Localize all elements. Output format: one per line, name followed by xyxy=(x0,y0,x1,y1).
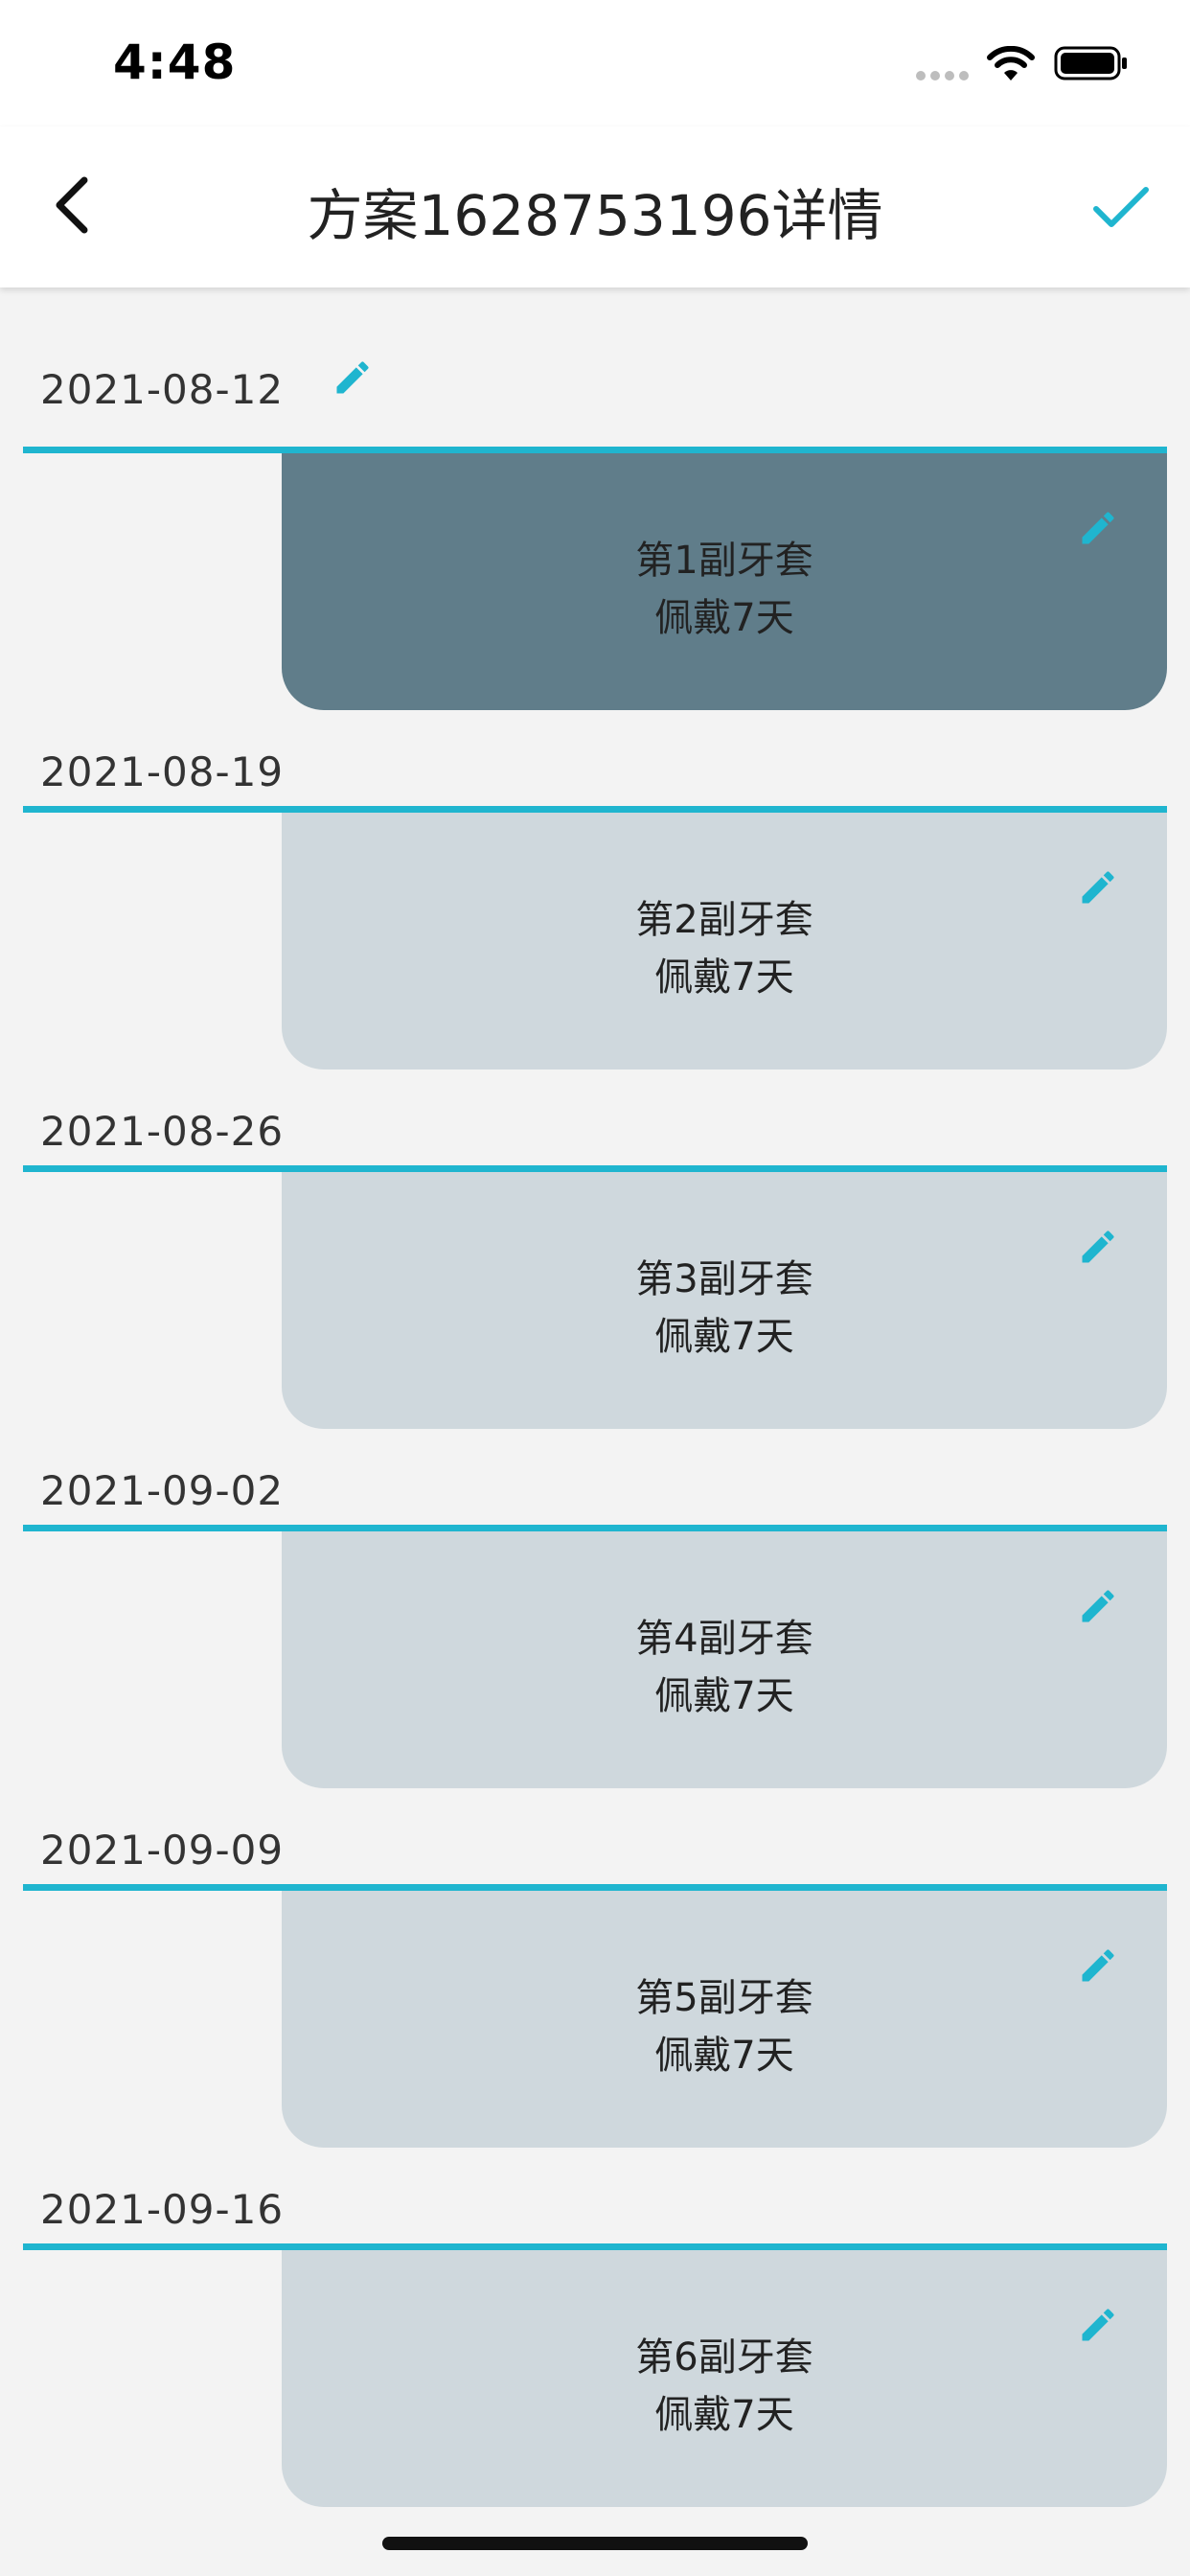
pencil-icon[interactable] xyxy=(1077,2304,1119,2346)
date-row: 2021-08-19 xyxy=(0,710,1190,806)
stage-card[interactable]: 第2副牙套 佩戴7天 xyxy=(282,813,1167,1070)
card-text: 第2副牙套 佩戴7天 xyxy=(282,891,1167,1006)
card-text: 第6副牙套 佩戴7天 xyxy=(282,2329,1167,2444)
list-item: 2021-08-12 第1副牙套 佩戴7天 xyxy=(0,288,1190,710)
wear-duration: 佩戴7天 xyxy=(654,1674,794,1718)
date-row: 2021-09-02 xyxy=(0,1429,1190,1525)
stage-label: 第3副牙套 xyxy=(635,1257,813,1301)
stage-card[interactable]: 第3副牙套 佩戴7天 xyxy=(282,1172,1167,1429)
pencil-icon[interactable] xyxy=(1077,866,1119,908)
navigation-bar: 方案1628753196详情 xyxy=(0,126,1190,288)
list-item: 2021-08-19 第2副牙套 佩戴7天 xyxy=(0,710,1190,1070)
status-bar: 4:48 xyxy=(0,0,1190,126)
card-text: 第4副牙套 佩戴7天 xyxy=(282,1610,1167,1725)
pencil-icon[interactable] xyxy=(1077,1585,1119,1627)
status-time: 4:48 xyxy=(113,34,237,90)
divider xyxy=(23,1525,1167,1531)
pencil-icon[interactable] xyxy=(1077,1944,1119,1987)
card-text: 第3副牙套 佩戴7天 xyxy=(282,1251,1167,1366)
divider xyxy=(23,2243,1167,2250)
stage-label: 第1副牙套 xyxy=(635,539,813,583)
chevron-left-icon xyxy=(56,176,88,234)
pencil-icon[interactable] xyxy=(1077,507,1119,549)
home-indicator[interactable] xyxy=(382,2537,808,2550)
date-label: 2021-09-09 xyxy=(40,1827,285,1874)
stage-label: 第6副牙套 xyxy=(635,2335,813,2380)
checkmark-icon xyxy=(1093,187,1149,227)
wear-duration: 佩戴7天 xyxy=(654,2393,794,2437)
wear-duration: 佩戴7天 xyxy=(654,2034,794,2078)
list-item: 2021-08-26 第3副牙套 佩戴7天 xyxy=(0,1070,1190,1429)
date-label: 2021-09-16 xyxy=(40,2186,285,2233)
date-label: 2021-09-02 xyxy=(40,1467,285,1514)
date-row: 2021-09-09 xyxy=(0,1788,1190,1884)
cellular-signal-icon xyxy=(916,71,972,80)
stage-card[interactable]: 第5副牙套 佩戴7天 xyxy=(282,1891,1167,2148)
date-row: 2021-08-12 xyxy=(0,288,1190,413)
page-title: 方案1628753196详情 xyxy=(307,183,883,248)
stage-label: 第2副牙套 xyxy=(635,898,813,942)
pencil-icon[interactable] xyxy=(332,356,374,399)
stage-card[interactable]: 第1副牙套 佩戴7天 xyxy=(282,453,1167,710)
divider xyxy=(23,1884,1167,1891)
divider xyxy=(23,1165,1167,1172)
date-label: 2021-08-12 xyxy=(40,366,285,413)
date-row: 2021-09-16 xyxy=(0,2148,1190,2243)
divider xyxy=(23,447,1167,453)
pencil-icon[interactable] xyxy=(1077,1226,1119,1268)
card-text: 第5副牙套 佩戴7天 xyxy=(282,1969,1167,2084)
date-label: 2021-08-19 xyxy=(40,748,285,795)
list-item: 2021-09-16 第6副牙套 佩戴7天 xyxy=(0,2148,1190,2507)
stage-card[interactable]: 第6副牙套 佩戴7天 xyxy=(282,2250,1167,2507)
wifi-icon xyxy=(987,46,1035,80)
list-item: 2021-09-09 第5副牙套 佩戴7天 xyxy=(0,1788,1190,2148)
date-label: 2021-08-26 xyxy=(40,1108,285,1155)
list-item: 2021-09-02 第4副牙套 佩戴7天 xyxy=(0,1429,1190,1788)
stage-label: 第5副牙套 xyxy=(635,1976,813,2020)
date-row: 2021-08-26 xyxy=(0,1070,1190,1165)
divider xyxy=(23,806,1167,813)
stage-label: 第4副牙套 xyxy=(635,1617,813,1661)
stage-card[interactable]: 第4副牙套 佩戴7天 xyxy=(282,1531,1167,1788)
wear-duration: 佩戴7天 xyxy=(654,955,794,1000)
card-text: 第1副牙套 佩戴7天 xyxy=(282,532,1167,647)
wear-duration: 佩戴7天 xyxy=(654,1315,794,1359)
battery-icon xyxy=(1054,46,1127,80)
confirm-button[interactable] xyxy=(1083,169,1159,245)
back-button[interactable] xyxy=(34,167,111,243)
wear-duration: 佩戴7天 xyxy=(654,596,794,640)
